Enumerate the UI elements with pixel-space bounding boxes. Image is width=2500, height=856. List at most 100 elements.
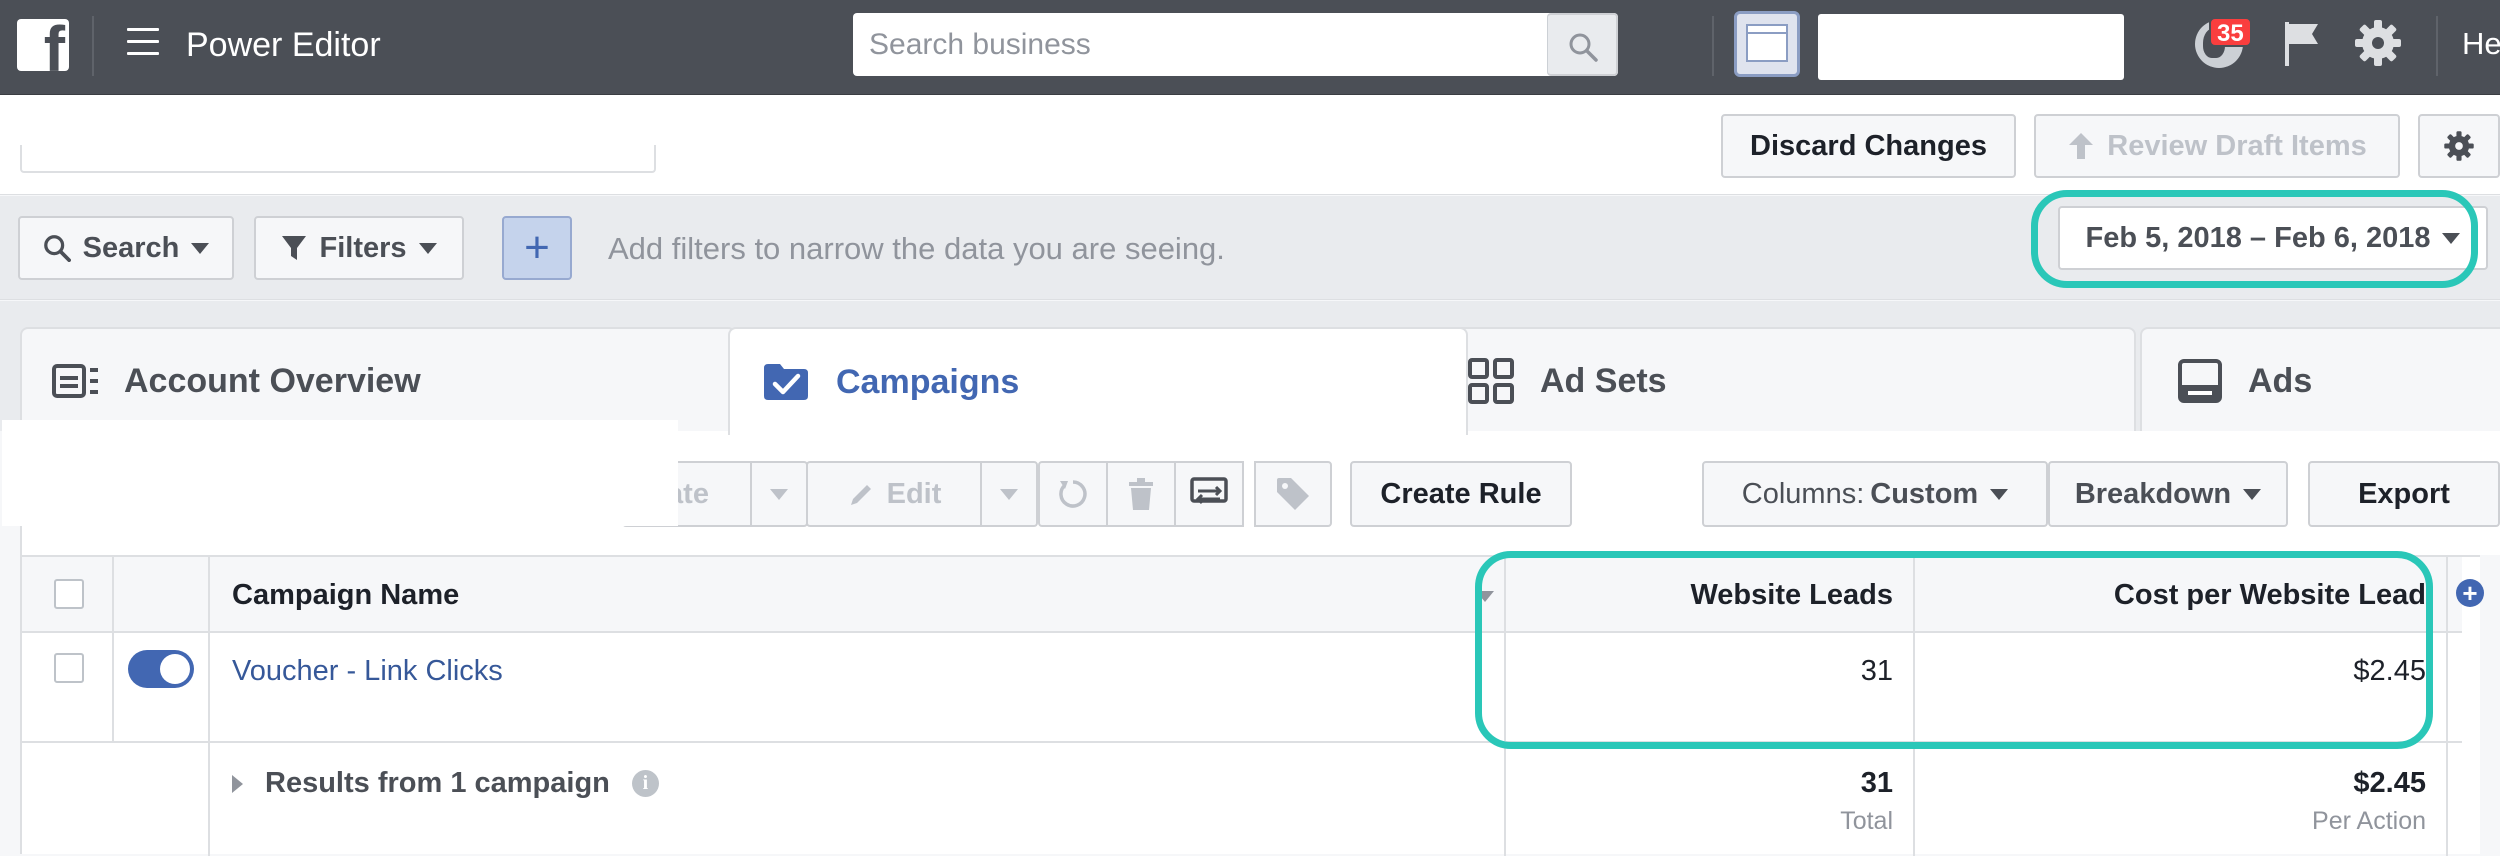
results-summary[interactable]: Results from 1 campaign i <box>232 767 659 800</box>
row-cell <box>114 633 210 741</box>
chevron-down-icon <box>191 242 210 254</box>
row-cell: $2.45 <box>1915 633 2448 741</box>
divider <box>1712 16 1714 76</box>
search-business-box <box>853 13 1618 76</box>
row-cell: 31 Total <box>1506 743 1915 856</box>
edit-button[interactable]: Edit <box>806 461 982 527</box>
filters-label: Filters <box>319 231 407 264</box>
row-cell: Results from 1 campaign i <box>210 743 1506 856</box>
edit-dropdown-button[interactable] <box>980 461 1038 527</box>
pencil-icon <box>850 485 871 505</box>
row-cell <box>22 633 114 741</box>
row-cell: $2.45 Per Action <box>1915 743 2448 856</box>
account-name-field[interactable] <box>20 145 656 173</box>
header-cell <box>114 557 210 631</box>
search-filter-dropdown[interactable]: Search <box>18 216 234 280</box>
review-draft-items-button[interactable]: Review Draft Items <box>2034 114 2400 178</box>
chevron-down-icon <box>1000 488 1018 500</box>
columns-label: Columns: <box>1741 477 1865 510</box>
compare-button[interactable] <box>1174 461 1244 527</box>
tab-campaigns[interactable]: Campaigns <box>728 327 1468 435</box>
create-rule-button[interactable]: Create Rule <box>1350 461 1572 527</box>
delete-button[interactable] <box>1106 461 1176 527</box>
date-range-picker[interactable]: Feb 5, 2018 – Feb 6, 2018 <box>2058 206 2488 270</box>
cost-per-lead-value: $2.45 <box>2353 655 2426 687</box>
website-leads-value: 31 <box>1860 655 1893 687</box>
columns-dropdown[interactable]: Columns: Custom <box>1702 461 2048 527</box>
total-cost-caption: Per Action <box>2312 807 2426 835</box>
column-header-website-leads[interactable]: Website Leads <box>1690 579 1893 612</box>
row-checkbox[interactable] <box>54 653 84 683</box>
top-navigation-bar: f Power Editor 35 <box>0 0 2500 95</box>
results-label: Results from 1 campaign <box>265 767 610 799</box>
chevron-down-icon <box>1990 488 2009 500</box>
filter-hint-text[interactable]: Add filters to narrow the data you are s… <box>608 231 1225 267</box>
search-filter-label: Search <box>82 231 180 264</box>
folder-check-icon <box>764 364 808 400</box>
info-icon[interactable]: i <box>631 770 659 797</box>
search-business-input[interactable] <box>853 13 1618 76</box>
table-header-row: Campaign Name Website Leads Cost per Web… <box>22 557 2484 633</box>
discard-changes-button[interactable]: Discard Changes <box>1721 114 2016 178</box>
tab-label: Campaigns <box>836 362 1020 401</box>
undo-icon <box>1059 480 1087 508</box>
column-header-cost-per-lead[interactable]: Cost per Website Lead <box>2114 579 2426 612</box>
account-overview-icon <box>52 364 98 398</box>
tab-ad-sets[interactable]: Ad Sets <box>1436 327 2136 433</box>
menu-icon[interactable] <box>127 28 159 56</box>
search-button[interactable] <box>1547 13 1618 76</box>
header-cell[interactable]: Campaign Name <box>210 557 1506 631</box>
tag-icon <box>1277 478 1309 510</box>
review-draft-items-label: Review Draft Items <box>2107 129 2367 162</box>
ad-account-selector[interactable] <box>1818 14 2124 80</box>
grid-icon <box>1468 358 1514 404</box>
row-cell <box>22 743 114 856</box>
settings-gear-icon[interactable] <box>2353 18 2403 68</box>
create-dropdown-button[interactable] <box>750 461 808 527</box>
row-cell: 31 <box>1506 633 1915 741</box>
ad-icon <box>2178 359 2222 403</box>
total-cost-value: $2.45 <box>2353 767 2426 799</box>
breakdown-dropdown[interactable]: Breakdown <box>2048 461 2288 527</box>
level-tabs: Account Overview Ad Sets Ads Campaigns <box>0 301 2500 435</box>
filters-dropdown[interactable]: Filters <box>254 216 464 280</box>
filter-row: Search Filters + Add filters to narrow t… <box>0 196 2500 300</box>
header-cell <box>22 557 114 631</box>
sort-icon[interactable] <box>1476 591 1494 602</box>
chevron-down-icon <box>418 242 437 254</box>
chevron-down-icon <box>770 488 788 500</box>
summary-row: Results from 1 campaign i 31 Total $2.45… <box>22 743 2462 856</box>
trash-icon <box>1129 478 1153 510</box>
chevron-down-icon <box>2243 488 2262 500</box>
export-button[interactable]: Export <box>2308 461 2500 527</box>
tab-ads[interactable]: Ads <box>2140 327 2500 433</box>
header-cell[interactable]: Cost per Website Lead <box>1915 557 2448 631</box>
expand-icon[interactable] <box>232 774 243 793</box>
flag-icon[interactable] <box>2282 20 2320 68</box>
funnel-icon <box>282 236 307 260</box>
search-icon <box>1569 33 1598 62</box>
action-row: Discard Changes Review Draft Items <box>0 95 2500 195</box>
notification-badge: 35 <box>2209 17 2252 47</box>
business-manager-icon[interactable] <box>1734 11 1800 77</box>
header-cell[interactable]: Website Leads <box>1506 557 1915 631</box>
campaigns-table: Campaign Name Website Leads Cost per Web… <box>20 555 2484 856</box>
undo-button[interactable] <box>1038 461 1108 527</box>
table-row: Voucher - Link Clicks 31 $2.45 <box>22 633 2462 743</box>
select-all-checkbox[interactable] <box>54 579 84 609</box>
campaign-status-toggle[interactable] <box>128 650 194 688</box>
facebook-logo[interactable]: f <box>17 19 69 71</box>
campaign-toolbar: ate Edit Create Rule Columns: Custom Bre… <box>2 420 2500 555</box>
settings-button[interactable] <box>2418 114 2500 178</box>
tab-label: Ad Sets <box>1540 361 1667 400</box>
column-header-campaign-name[interactable]: Campaign Name <box>232 579 459 612</box>
tab-account-overview[interactable]: Account Overview <box>20 327 736 433</box>
campaign-name-link[interactable]: Voucher - Link Clicks <box>232 655 503 688</box>
tab-label: Account Overview <box>124 361 421 400</box>
row-cell <box>114 743 210 856</box>
user-name[interactable]: He <box>2462 26 2500 62</box>
add-column-icon[interactable]: + <box>2456 579 2484 607</box>
gear-icon <box>2444 131 2474 161</box>
add-filter-button[interactable]: + <box>502 216 572 280</box>
tag-button[interactable] <box>1254 461 1332 527</box>
